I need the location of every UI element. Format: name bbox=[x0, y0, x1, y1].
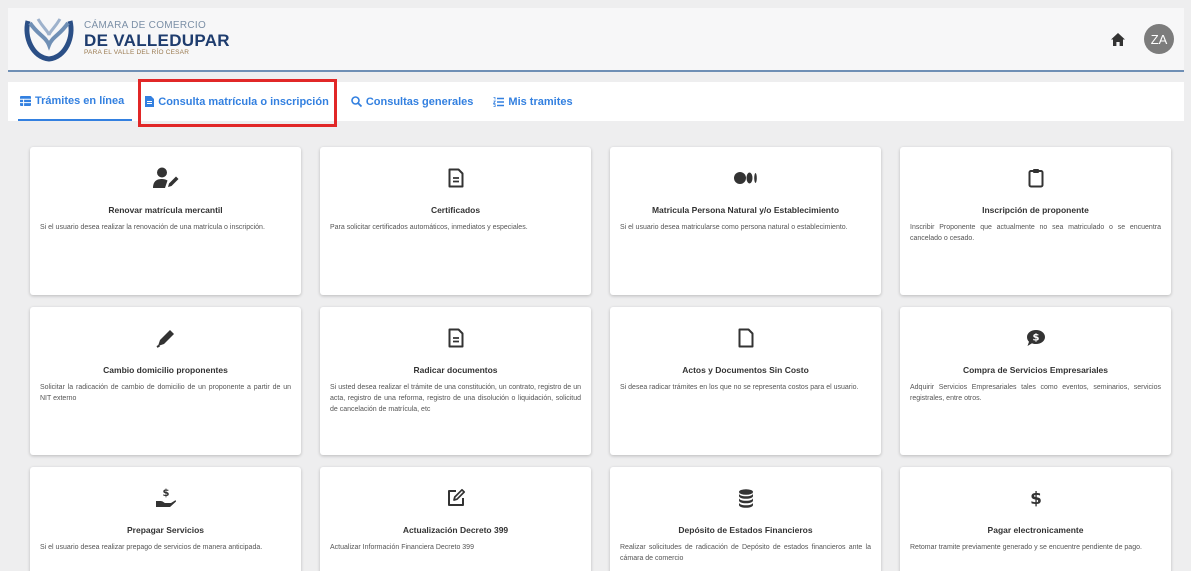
table-icon bbox=[20, 95, 31, 106]
hand-dollar-icon: $ bbox=[155, 481, 177, 515]
card-prepagar-servicios[interactable]: $ Prepagar Servicios Si el usuario desea… bbox=[30, 467, 301, 571]
tab-mis-tramites[interactable]: Mis tramites bbox=[483, 82, 582, 121]
avatar[interactable]: ZA bbox=[1144, 24, 1174, 54]
card-description: Inscribir Proponente que actualmente no … bbox=[910, 224, 1161, 242]
card-title: Compra de Servicios Empresariales bbox=[962, 365, 1109, 375]
home-icon[interactable] bbox=[1106, 27, 1130, 51]
card-description: Solicitar la radicación de cambio de dom… bbox=[40, 384, 291, 402]
card-description: Si el usuario desea realizar la renovaci… bbox=[40, 224, 265, 231]
card-description: Si el usuario desea realizar prepago de … bbox=[40, 544, 263, 551]
card-title: Inscripción de proponente bbox=[982, 205, 1089, 215]
card-actos-sin-costo[interactable]: Actos y Documentos Sin Costo Si desea ra… bbox=[610, 307, 881, 455]
search-icon bbox=[351, 96, 362, 107]
circles-icon bbox=[733, 161, 758, 195]
card-description: Adquirir Servicios Empresariales tales c… bbox=[910, 384, 1161, 402]
dollar-icon: $ bbox=[1029, 481, 1043, 515]
svg-text:$: $ bbox=[1032, 333, 1039, 344]
logo-mark-icon bbox=[24, 18, 74, 62]
file-icon bbox=[145, 96, 155, 107]
tab-bar: Trámites en línea Consulta matrícula o i… bbox=[8, 82, 1184, 121]
card-title: Actos y Documentos Sin Costo bbox=[682, 365, 809, 375]
card-compra-servicios[interactable]: $ Compra de Servicios Empresariales Adqu… bbox=[900, 307, 1171, 455]
card-deposito-estados[interactable]: Depósito de Estados Financieros Realizar… bbox=[610, 467, 881, 571]
card-radicar-documentos[interactable]: Radicar documentos Si usted desea realiz… bbox=[320, 307, 591, 455]
blank-file-icon bbox=[738, 321, 754, 355]
card-title: Matricula Persona Natural y/o Establecim… bbox=[651, 205, 840, 215]
user-edit-icon bbox=[152, 161, 179, 195]
document-icon bbox=[448, 321, 464, 355]
clipboard-icon bbox=[1028, 161, 1044, 195]
svg-text:$: $ bbox=[1030, 489, 1042, 508]
tramites-grid: Renovar matrícula mercantil Si el usuari… bbox=[30, 147, 1172, 571]
logo[interactable]: CÁMARA DE COMERCIO DE VALLEDUPAR PARA EL… bbox=[22, 15, 230, 63]
logo-line-2: DE VALLEDUPAR bbox=[84, 30, 230, 50]
svg-text:$: $ bbox=[162, 488, 169, 499]
tab-label: Consulta matrícula o inscripción bbox=[158, 95, 329, 108]
document-icon bbox=[448, 161, 464, 195]
tab-label: Consultas generales bbox=[365, 95, 474, 108]
card-title: Renovar matrícula mercantil bbox=[108, 205, 223, 215]
tab-label: Trámites en línea bbox=[35, 94, 125, 107]
card-title: Radicar documentos bbox=[413, 365, 498, 375]
card-certificados[interactable]: Certificados Para solicitar certificados… bbox=[320, 147, 591, 295]
coins-icon bbox=[736, 481, 756, 515]
card-title: Depósito de Estados Financieros bbox=[678, 525, 813, 535]
card-title: Cambio domicilio proponentes bbox=[103, 365, 228, 375]
card-matricula-persona-natural[interactable]: Matricula Persona Natural y/o Establecim… bbox=[610, 147, 881, 295]
tab-label: Mis tramites bbox=[508, 95, 573, 108]
card-title: Pagar electronicamente bbox=[987, 525, 1084, 535]
card-inscripcion-proponente[interactable]: Inscripción de proponente Inscribir Prop… bbox=[900, 147, 1171, 295]
tab-consultas-generales[interactable]: Consultas generales bbox=[341, 82, 484, 121]
card-description: Retomar tramite previamente generado y s… bbox=[910, 544, 1142, 551]
list-icon bbox=[493, 96, 505, 107]
dollar-comment-icon: $ bbox=[1026, 321, 1046, 355]
card-actualizacion-decreto[interactable]: Actualización Decreto 399 Actualizar Inf… bbox=[320, 467, 591, 571]
card-description: Si desea radicar trámites en los que no … bbox=[620, 384, 859, 391]
card-cambio-domicilio[interactable]: Cambio domicilio proponentes Solicitar l… bbox=[30, 307, 301, 455]
card-description: Realizar solicitudes de radicación de De… bbox=[620, 544, 871, 562]
logo-line-3: PARA EL VALLE DEL RÍO CESAR bbox=[84, 48, 190, 56]
card-description: Si usted desea realizar el trámite de un… bbox=[330, 384, 581, 413]
tab-tramites-en-linea[interactable]: Trámites en línea bbox=[18, 82, 133, 121]
app-header: CÁMARA DE COMERCIO DE VALLEDUPAR PARA EL… bbox=[8, 8, 1184, 72]
card-renovar-matricula[interactable]: Renovar matrícula mercantil Si el usuari… bbox=[30, 147, 301, 295]
card-title: Actualización Decreto 399 bbox=[402, 525, 509, 535]
card-description: Actualizar Información Financiera Decret… bbox=[330, 544, 474, 551]
card-description: Si el usuario desea matricularse como pe… bbox=[620, 224, 848, 231]
tab-consulta-matricula[interactable]: Consulta matrícula o inscripción bbox=[135, 82, 339, 121]
card-pagar-electronicamente[interactable]: $ Pagar electronicamente Retomar tramite… bbox=[900, 467, 1171, 571]
edit-icon bbox=[446, 481, 466, 515]
marker-icon bbox=[155, 321, 176, 355]
card-description: Para solicitar certificados automáticos,… bbox=[330, 224, 528, 231]
card-title: Prepagar Servicios bbox=[126, 525, 204, 535]
card-title: Certificados bbox=[430, 205, 481, 215]
